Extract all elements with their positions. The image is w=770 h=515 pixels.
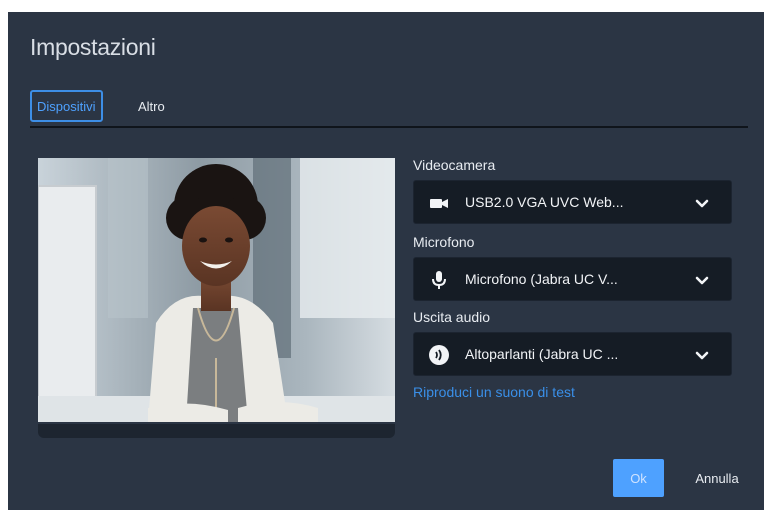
microphone-icon — [428, 270, 450, 290]
speaker-icon — [428, 345, 450, 365]
tab-bar: Dispositivi Altro — [30, 90, 748, 128]
chevron-down-icon — [695, 274, 709, 286]
tab-devices[interactable]: Dispositivi — [30, 90, 103, 122]
video-camera-icon — [428, 193, 450, 213]
camera-preview-footer — [38, 424, 395, 438]
speaker-select[interactable]: Altoparlanti (Jabra UC ... — [413, 332, 732, 376]
camera-preview — [38, 158, 395, 422]
tab-other[interactable]: Altro — [134, 90, 169, 122]
camera-select-value: USB2.0 VGA UVC Web... — [465, 194, 624, 210]
dialog-title: Impostazioni — [30, 34, 156, 60]
chevron-down-icon — [695, 197, 709, 209]
camera-select[interactable]: USB2.0 VGA UVC Web... — [413, 180, 732, 224]
settings-dialog: Impostazioni Dispositivi Altro Videocame… — [8, 12, 764, 510]
ok-button[interactable]: Ok — [613, 459, 664, 497]
play-test-sound-link[interactable]: Riproduci un suono di test — [413, 384, 575, 400]
speaker-label: Uscita audio — [413, 309, 491, 325]
cancel-button[interactable]: Annulla — [682, 459, 752, 497]
camera-preview-image — [38, 158, 395, 422]
microphone-select[interactable]: Microfono (Jabra UC V... — [413, 257, 732, 301]
chevron-down-icon — [695, 349, 709, 361]
microphone-label: Microfono — [413, 234, 475, 250]
camera-label: Videocamera — [413, 157, 496, 173]
speaker-select-value: Altoparlanti (Jabra UC ... — [465, 346, 619, 362]
microphone-select-value: Microfono (Jabra UC V... — [465, 271, 618, 287]
